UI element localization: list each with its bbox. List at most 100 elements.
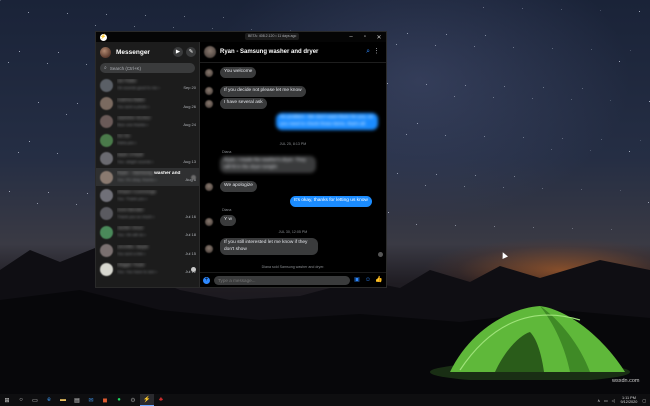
- star: [483, 7, 484, 8]
- contact-name-blurred: Shawn Cummings: [117, 189, 156, 195]
- conversation-text: Jennifer, Bayle You sent a link • Jul 15: [117, 245, 196, 257]
- contact-avatar: [100, 207, 113, 221]
- chat-panel: Ryan - Samsung washer and dryer ⌕ ⋮ You …: [200, 42, 386, 287]
- conversation-item[interactable]: Jasmine St.Dez Nice one thanks • Aug 24: [96, 113, 199, 131]
- app-taskbar-icon[interactable]: ♣: [154, 394, 168, 406]
- message-input[interactable]: [214, 275, 350, 285]
- last-message-text: Nice one thanks •: [117, 121, 149, 127]
- star: [582, 88, 583, 89]
- contact-name-blurred: Ryan - Samsung: [117, 171, 153, 177]
- system-note: Diana sold Samsung washer and dryer.: [261, 265, 325, 269]
- edge-browser-icon[interactable]: e: [42, 394, 56, 406]
- settings-gear-icon[interactable]: ⚙: [126, 394, 140, 406]
- contact-name-blurred: Katrina Babe: [117, 97, 145, 103]
- volume-icon[interactable]: ◁: [612, 398, 615, 403]
- sender-avatar: [205, 87, 213, 95]
- star: [47, 63, 48, 64]
- window-titlebar[interactable]: ⚡ BETA: 408.2.120 • 11 days ago – ▫ ✕: [96, 32, 386, 42]
- star: [503, 187, 504, 188]
- conversation-item[interactable]: Ryan - Samsung washer and You: It's okay,…: [96, 167, 199, 187]
- star: [18, 152, 19, 153]
- profile-avatar[interactable]: [100, 47, 111, 58]
- mail-icon[interactable]: ✉: [84, 394, 98, 406]
- messenger-window[interactable]: ⚡ BETA: 408.2.120 • 11 days ago – ▫ ✕ Me…: [95, 31, 387, 288]
- store-icon[interactable]: ▤: [70, 394, 84, 406]
- contact-avatar: [100, 78, 113, 92]
- conversation-item[interactable]: Wiggie Toast You: You have to see • Jul 12: [96, 260, 199, 278]
- star: [561, 9, 562, 10]
- sender-avatar: [205, 218, 213, 226]
- star: [37, 203, 38, 204]
- new-message-icon[interactable]: ✎: [186, 47, 196, 57]
- last-message-text: Ok sounds good to me •: [117, 85, 160, 91]
- star: [551, 149, 552, 150]
- star: [484, 136, 485, 137]
- message-thread[interactable]: You welcome If you decide not please let…: [200, 63, 386, 272]
- tray-chevron-icon[interactable]: ∧: [597, 398, 600, 403]
- contact-name-visible: washer and: [152, 171, 181, 177]
- contact-name-blurred: Jennifer, Bayle: [117, 244, 149, 250]
- star: [48, 192, 49, 193]
- star: [9, 191, 10, 192]
- last-message: Haha yes •: [117, 140, 196, 146]
- star: [106, 14, 107, 15]
- more-options-icon[interactable]: ⋮: [373, 47, 380, 55]
- last-message-text: You: alright sounds •: [117, 158, 154, 164]
- timestamp: JUL 25, 8:13 PM: [279, 142, 307, 146]
- last-message-time: Jul 18: [185, 232, 196, 238]
- last-message-text: You: It's okay, thanks •: [117, 177, 157, 183]
- task-view-icon[interactable]: ▭: [28, 394, 42, 406]
- star: [475, 175, 476, 176]
- search-icon[interactable]: ○: [14, 394, 28, 406]
- emoji-icon[interactable]: ☺: [364, 276, 372, 284]
- office-icon[interactable]: ◼: [98, 394, 112, 406]
- conversation-item[interactable]: Ian Rabe Ok sounds good to me • Sep 20: [96, 76, 199, 94]
- chat-avatar[interactable]: [204, 46, 216, 58]
- video-call-icon[interactable]: ▶: [173, 47, 183, 57]
- star: [435, 45, 436, 46]
- chat-title[interactable]: Ryan - Samsung washer and dryer: [220, 49, 318, 55]
- star: [397, 173, 398, 174]
- thumbs-up-icon[interactable]: 👍: [375, 276, 383, 284]
- conversation-item[interactable]: Jennifer, Bayle You sent a link • Jul 15: [96, 242, 199, 260]
- conversation-item[interactable]: Jackie Stout You: Ok will do • Jul 18: [96, 223, 199, 241]
- star: [639, 11, 640, 12]
- search-icon[interactable]: ⌕: [366, 48, 370, 56]
- network-icon[interactable]: ▭: [604, 398, 608, 403]
- conversation-item[interactable]: So So Haha yes •: [96, 131, 199, 149]
- add-attachment-icon[interactable]: +: [203, 276, 210, 284]
- conversation-text: Wiggie Toast You: You have to see • Jul 12: [117, 263, 196, 275]
- sidebar-header: Messenger ▶ ✎: [96, 42, 199, 63]
- messenger-taskbar-icon[interactable]: ⚡: [140, 394, 154, 406]
- star: [543, 87, 544, 88]
- conversation-item[interactable]: Shawn Cummings You: Thank you •: [96, 186, 199, 204]
- star: [407, 33, 408, 34]
- last-message-text: You: Thank you •: [117, 195, 148, 201]
- conversation-item[interactable]: Kent Bender Thank you so much • Jul 16: [96, 205, 199, 223]
- last-message: You: You have to see • Jul 12: [117, 269, 196, 275]
- file-explorer-icon[interactable]: ▬: [56, 394, 70, 406]
- sticker-icon[interactable]: ▣: [353, 276, 361, 284]
- notifications-icon[interactable]: ▢: [642, 398, 646, 403]
- message-bubble: We apologize: [220, 181, 257, 192]
- star: [640, 140, 641, 141]
- clock[interactable]: 1:11 PM 9/12/2020: [621, 396, 638, 405]
- contact-avatar: [100, 152, 113, 166]
- search-input[interactable]: ⌕ Search (Ctrl+K): [100, 63, 195, 73]
- last-message: You: Thank you •: [117, 196, 196, 202]
- timestamp: JUL 30, 12:05 PM: [278, 230, 308, 234]
- last-message-text: Thank you so much •: [117, 213, 155, 219]
- close-button[interactable]: ✕: [372, 32, 386, 42]
- star: [572, 228, 573, 229]
- start-menu-icon[interactable]: ⊞: [0, 394, 14, 406]
- contact-avatar: [100, 189, 113, 203]
- spotify-icon[interactable]: ●: [112, 394, 126, 406]
- minimize-button[interactable]: –: [344, 32, 358, 42]
- star: [396, 44, 397, 45]
- last-message: You: alright sounds • Aug 13: [117, 159, 196, 165]
- message-bubble: If you decide not please let me know: [220, 86, 306, 97]
- conversation-text: Ian Rabe Ok sounds good to me • Sep 20: [117, 79, 196, 91]
- conversation-item[interactable]: Mark O'Neill You: alright sounds • Aug 13: [96, 150, 199, 168]
- maximize-button[interactable]: ▫: [358, 32, 372, 42]
- conversation-item[interactable]: Katrina Babe You sent a photo • Aug 26: [96, 94, 199, 112]
